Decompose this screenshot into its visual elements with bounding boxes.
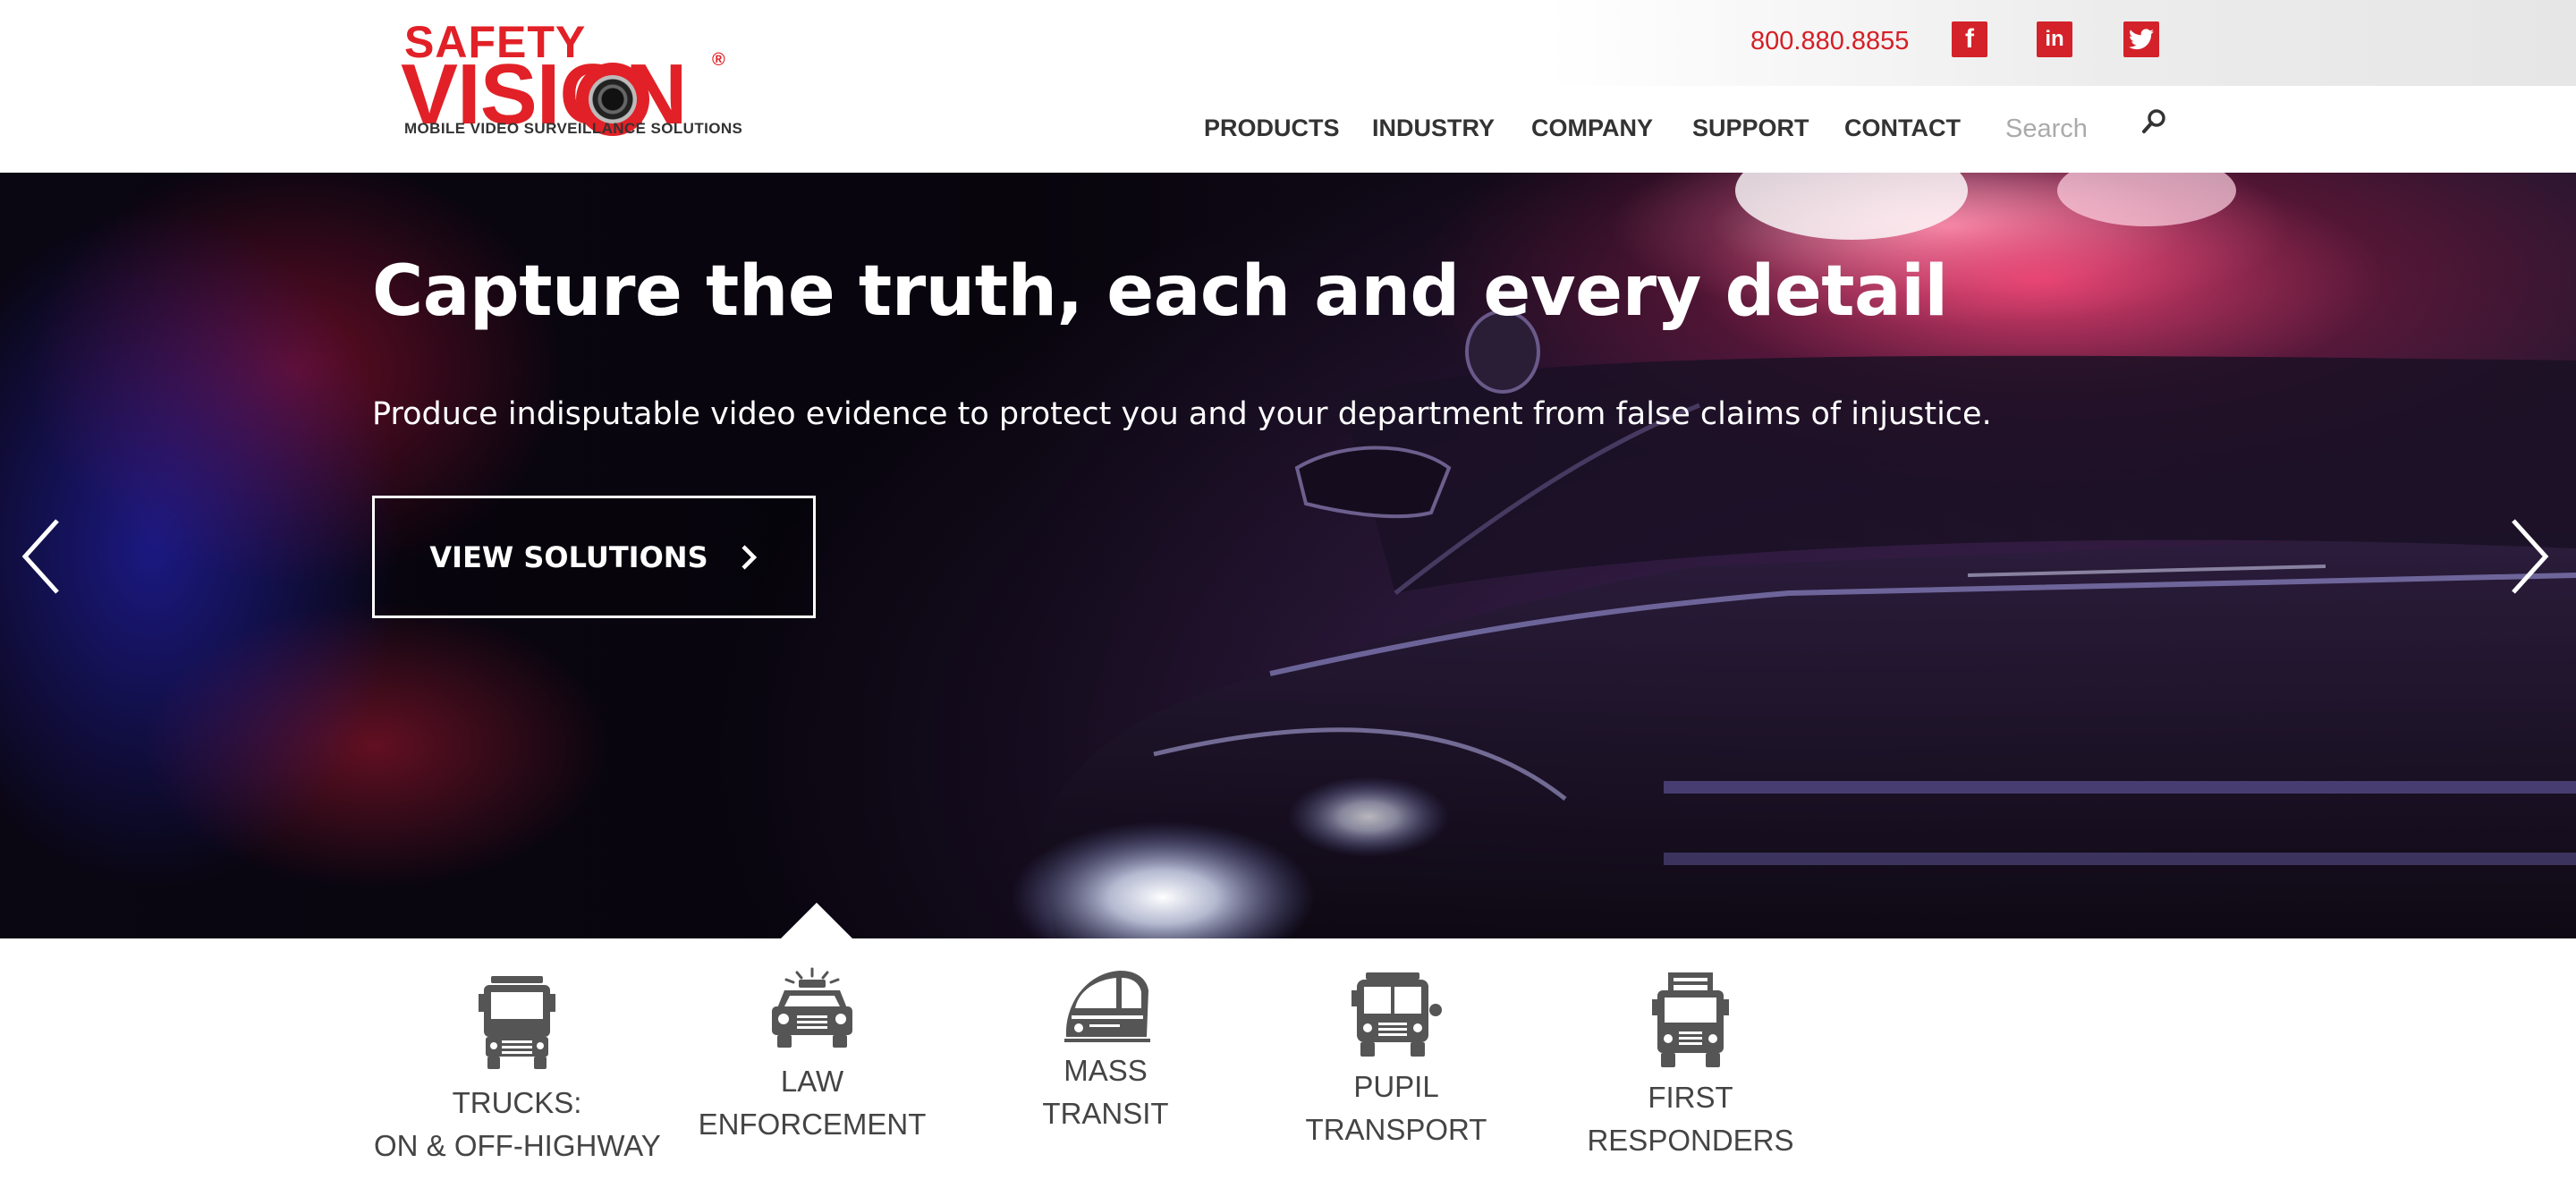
view-solutions-button[interactable]: VIEW SOLUTIONS <box>372 496 816 618</box>
chevron-right-icon <box>741 544 757 570</box>
category-label-line1: MASS <box>1063 1054 1148 1087</box>
chevron-left-icon[interactable] <box>20 517 63 596</box>
logo-tagline: MOBILE VIDEO SURVEILLANCE SOLUTIONS <box>404 120 743 137</box>
hero-subtitle: Produce indisputable video evidence to p… <box>372 396 1992 432</box>
linkedin-icon[interactable]: in <box>2037 21 2072 57</box>
hero-title: Capture the truth, each and every detail <box>372 251 1948 332</box>
category-label-line1: TRUCKS: <box>452 1086 582 1119</box>
category-label-line2: TRANSPORT <box>1305 1113 1487 1146</box>
category-label-line1: LAW <box>780 1065 844 1098</box>
category-label-line2: ON & OFF-HIGHWAY <box>374 1129 661 1162</box>
nav-industry[interactable]: INDUSTRY <box>1372 115 1495 142</box>
nav-support[interactable]: SUPPORT <box>1692 115 1809 142</box>
site-header: SAFETY VISION ® MOBILE VIDEO SURVEILLANC… <box>0 0 2576 173</box>
safety-vision-logo[interactable]: SAFETY VISION ® MOBILE VIDEO SURVEILLANC… <box>401 20 743 145</box>
nav-contact[interactable]: CONTACT <box>1844 115 1961 142</box>
category-label-line2: TRANSIT <box>1042 1097 1169 1130</box>
twitter-icon[interactable] <box>2123 21 2159 57</box>
phone-number-link[interactable]: 800.880.8855 <box>1750 27 1909 56</box>
category-first-responders[interactable]: FIRST RESPONDERS <box>1576 971 1805 1162</box>
registered-mark: ® <box>712 50 725 70</box>
police-car-icon <box>772 967 852 1048</box>
school-bus-icon <box>1352 972 1442 1057</box>
category-pupil-transport[interactable]: PUPIL TRANSPORT <box>1284 971 1508 1151</box>
facebook-icon[interactable]: f <box>1952 21 1987 57</box>
hero-slider: Capture the truth, each and every detail… <box>0 173 2576 938</box>
search-icon[interactable] <box>2140 107 2168 136</box>
category-label-line2: RESPONDERS <box>1587 1124 1794 1157</box>
category-law-enforcement[interactable]: LAW ENFORCEMENT <box>678 967 946 1146</box>
view-solutions-label: VIEW SOLUTIONS <box>429 539 708 574</box>
selected-category-indicator <box>781 903 852 938</box>
search-input[interactable] <box>2005 110 2113 148</box>
category-label-line1: FIRST <box>1648 1081 1733 1114</box>
industry-categories: TRUCKS: ON & OFF-HIGHWAY LAW ENFORCEMENT <box>0 938 2576 1197</box>
nav-products[interactable]: PRODUCTS <box>1204 115 1340 142</box>
category-label-line2: ENFORCEMENT <box>698 1108 927 1141</box>
category-label-line1: PUPIL <box>1353 1070 1439 1103</box>
nav-company[interactable]: COMPANY <box>1531 115 1653 142</box>
category-mass-transit[interactable]: MASS TRANSIT <box>989 967 1222 1135</box>
category-trucks[interactable]: TRUCKS: ON & OFF-HIGHWAY <box>374 972 661 1167</box>
chevron-right-icon[interactable] <box>2508 517 2551 596</box>
train-icon <box>1064 971 1150 1042</box>
fire-truck-icon <box>1652 972 1729 1067</box>
truck-icon <box>479 976 555 1069</box>
